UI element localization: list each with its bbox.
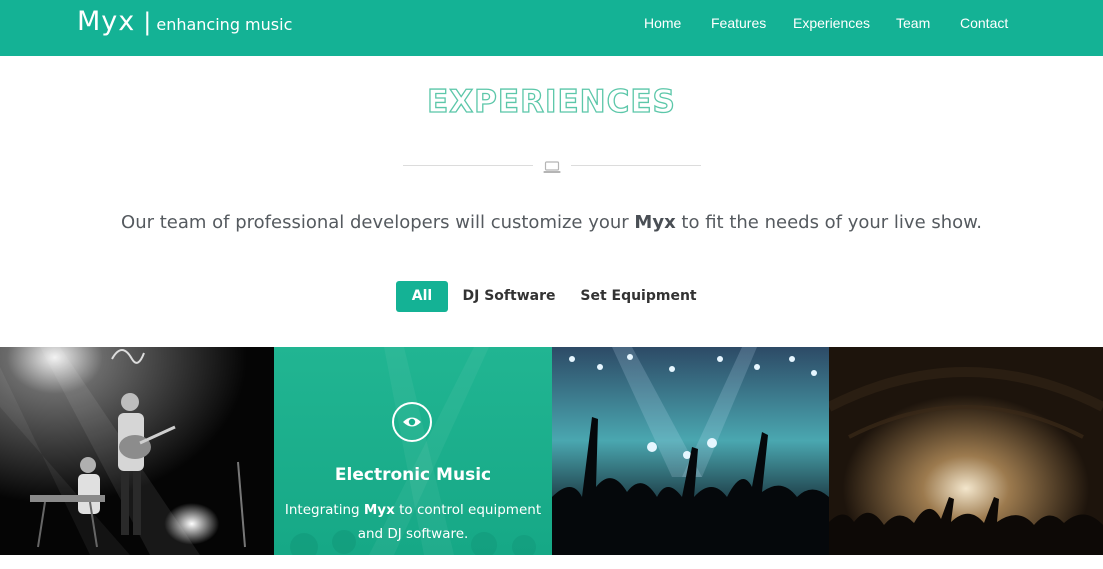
tile-desc-text: Integrating xyxy=(284,502,364,518)
nav-contact[interactable]: Contact xyxy=(960,15,1008,31)
nav-experiences[interactable]: Experiences xyxy=(793,15,870,31)
tile-overlay: Electronic Music Integrating Myx to cont… xyxy=(274,347,552,555)
navbar: Myx | enhancing music Home Features Expe… xyxy=(0,0,1103,56)
nav-home[interactable]: Home xyxy=(644,15,681,31)
gallery-item-band[interactable] xyxy=(0,347,274,555)
concert-hall-photo xyxy=(829,347,1103,555)
divider-right xyxy=(571,165,701,166)
filter-all[interactable]: All xyxy=(396,281,448,312)
crowd-photo xyxy=(552,347,829,555)
nav-team[interactable]: Team xyxy=(896,15,930,31)
tile-description: Integrating Myx to control equipment and… xyxy=(274,498,552,546)
section-title: EXPERIENCES xyxy=(426,83,676,120)
gallery-item-electronic-music[interactable]: Electronic Music Integrating Myx to cont… xyxy=(274,347,552,555)
tile-title: Electronic Music xyxy=(334,465,492,485)
filter-set-equipment[interactable]: Set Equipment xyxy=(577,281,700,312)
nav-features[interactable]: Features xyxy=(711,15,766,31)
section-intro: Our team of professional developers will… xyxy=(0,212,1103,233)
intro-text-end: to fit the needs of your live show. xyxy=(675,212,982,233)
intro-text: Our team of professional developers will… xyxy=(121,212,635,233)
intro-brand: Myx xyxy=(634,212,676,233)
divider-left xyxy=(403,165,533,166)
gallery-item-crowd[interactable] xyxy=(552,347,829,555)
experiences-gallery: Electronic Music Integrating Myx to cont… xyxy=(0,347,1103,555)
tile-desc-brand: Myx xyxy=(363,502,395,518)
main-nav: Home Features Experiences Team Contact xyxy=(0,15,1103,35)
laptop-icon xyxy=(543,159,561,178)
band-photo xyxy=(0,347,274,555)
eye-icon[interactable] xyxy=(392,402,432,442)
gallery-item-concert-hall[interactable] xyxy=(829,347,1103,555)
filter-dj-software[interactable]: DJ Software xyxy=(459,281,559,312)
